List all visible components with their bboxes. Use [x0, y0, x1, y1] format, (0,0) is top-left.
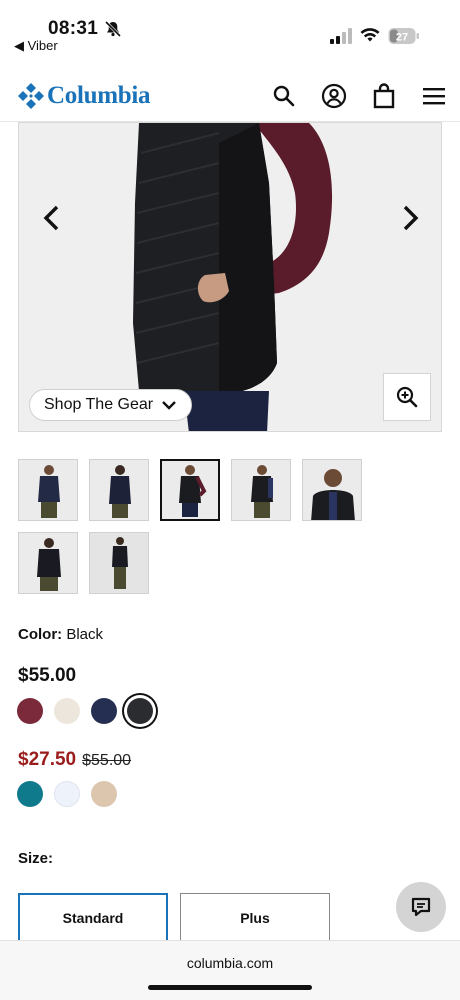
search-icon: [273, 85, 295, 107]
sale-price-block: $27.50 $55.00: [18, 749, 131, 771]
size-plus-button[interactable]: Plus: [180, 893, 330, 943]
brand-name: Columbia: [47, 82, 151, 109]
wifi-icon: [360, 28, 380, 42]
color-swatch-burgundy[interactable]: [17, 698, 43, 724]
product-thumbnail[interactable]: [18, 459, 78, 521]
zoom-button[interactable]: [383, 373, 431, 421]
size-standard-button[interactable]: Standard: [18, 893, 168, 943]
original-price: $55.00: [82, 752, 132, 769]
battery-level: 27: [396, 32, 408, 44]
product-thumbnail[interactable]: [89, 532, 149, 594]
shop-the-gear-button[interactable]: Shop The Gear: [29, 389, 193, 421]
product-thumbnail[interactable]: [302, 459, 362, 521]
size-plus-label: Plus: [240, 910, 270, 926]
url-text: columbia.com: [186, 955, 274, 971]
product-thumbnail[interactable]: [231, 459, 291, 521]
sale-price: $27.50: [18, 749, 77, 770]
home-indicator[interactable]: [148, 985, 312, 990]
site-header: Columbia: [0, 72, 460, 122]
size-standard-label: Standard: [62, 910, 124, 926]
product-thumbnail[interactable]: [18, 532, 78, 594]
color-swatch-navy[interactable]: [91, 698, 117, 724]
chat-button[interactable]: [396, 882, 446, 932]
clock-time: 08:31: [48, 18, 99, 39]
shopping-bag-button[interactable]: [370, 82, 398, 110]
account-button[interactable]: [320, 82, 348, 110]
color-swatch-tan[interactable]: [91, 781, 117, 807]
product-thumbnail-selected[interactable]: [160, 459, 220, 521]
menu-icon: [423, 88, 445, 105]
shop-the-gear-label: Shop The Gear: [44, 396, 154, 413]
color-swatch-teal[interactable]: [17, 781, 43, 807]
color-swatch-black-selected[interactable]: [127, 698, 153, 724]
chevron-left-icon[interactable]: [37, 203, 67, 233]
color-label-title: Color:: [18, 626, 63, 643]
chevron-right-icon[interactable]: [395, 203, 425, 233]
bag-icon: [373, 83, 395, 109]
color-value: Black: [66, 626, 104, 643]
color-swatch-white[interactable]: [54, 781, 80, 807]
status-bar: 08:31 ◀ Viber 27: [0, 0, 460, 62]
regular-price: $55.00: [18, 665, 77, 686]
account-icon: [321, 83, 347, 109]
battery-icon: 27: [388, 28, 419, 44]
search-button[interactable]: [270, 82, 298, 110]
back-to-app-link[interactable]: ◀ Viber: [14, 38, 58, 54]
product-image-carousel[interactable]: Shop The Gear: [18, 122, 442, 432]
size-label: Size:: [18, 850, 54, 867]
menu-button[interactable]: [420, 82, 448, 110]
chevron-down-icon: [162, 401, 176, 410]
color-label: Color: Black: [18, 626, 103, 643]
browser-address-bar[interactable]: columbia.com: [0, 940, 460, 1000]
chat-icon: [411, 897, 431, 917]
zoom-in-icon: [396, 386, 418, 408]
diamond-logo-icon: [18, 83, 44, 109]
columbia-logo[interactable]: Columbia: [17, 82, 150, 110]
product-thumbnail[interactable]: [89, 459, 149, 521]
product-photo: [19, 123, 441, 431]
silent-bell-icon: [104, 20, 122, 38]
color-swatch-cream[interactable]: [54, 698, 80, 724]
cell-signal-icon: [330, 28, 352, 44]
